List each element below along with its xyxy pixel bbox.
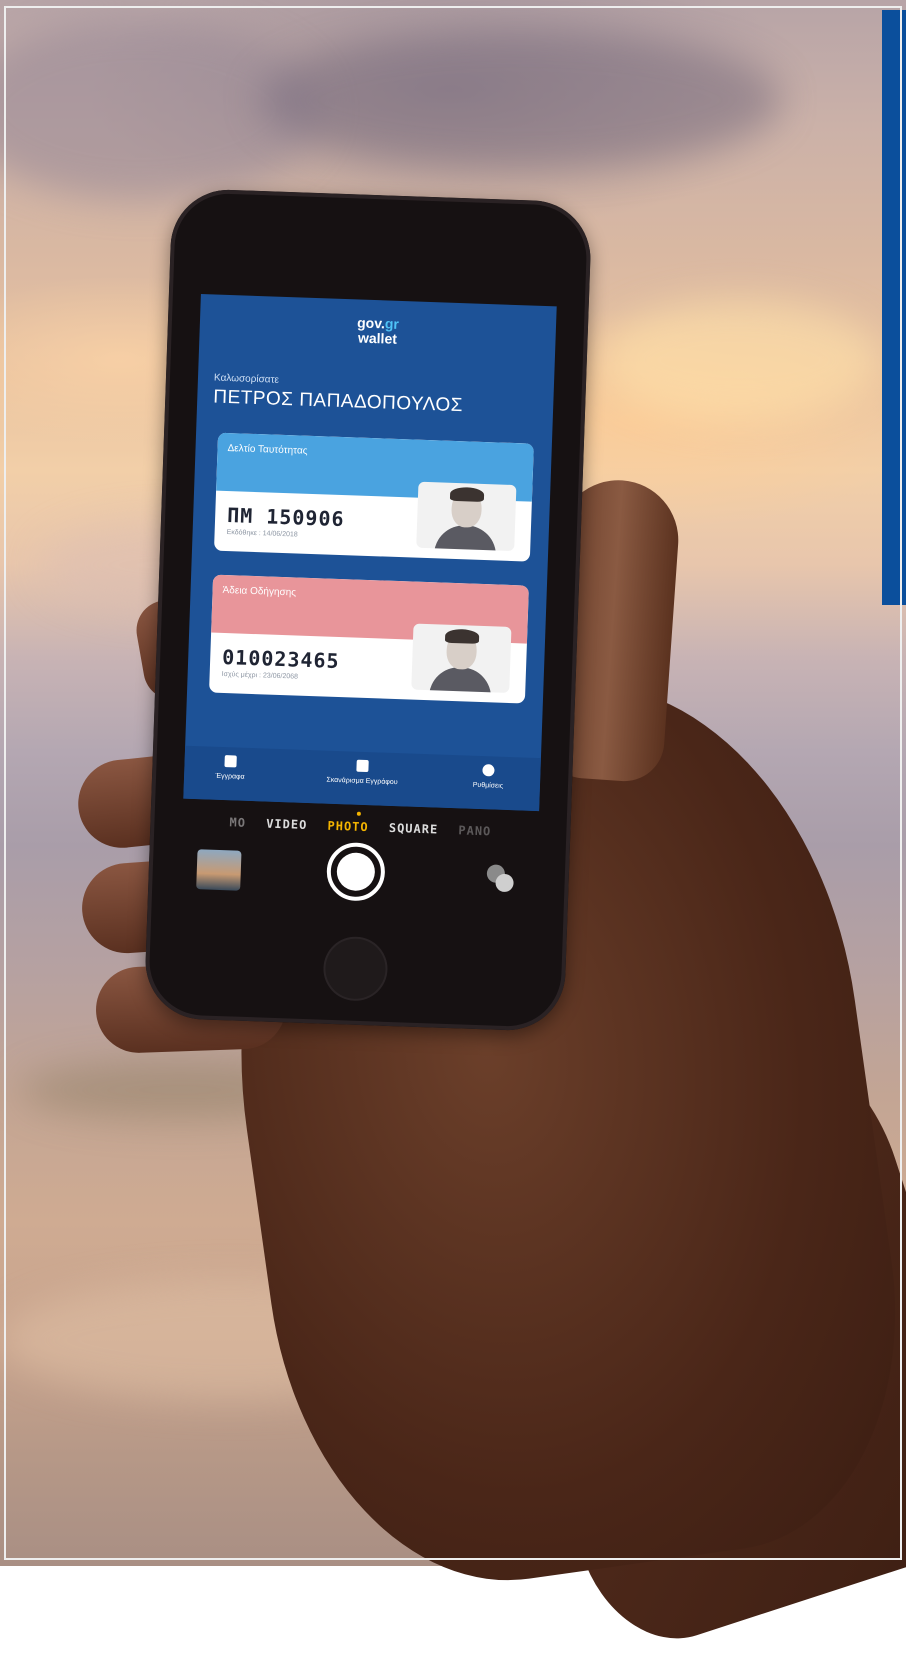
gov-wallet-screen: gov.gr wallet Καλωσορίσατε ΠΕΤΡΟΣ ΠΑΠΑΔΟ… bbox=[183, 293, 557, 812]
shutter-button[interactable] bbox=[325, 841, 386, 902]
card-number: ΠΜ 150906 bbox=[226, 503, 345, 532]
gear-icon bbox=[482, 764, 495, 777]
portrait-photo bbox=[416, 481, 517, 552]
camera-mode-selector: MO VIDEO PHOTO SQUARE PANO bbox=[190, 814, 530, 840]
gov-wallet-logo: gov.gr wallet bbox=[356, 314, 400, 347]
last-photo-thumbnail[interactable] bbox=[196, 849, 242, 891]
tab-scan-document[interactable]: Σκανάρισμα Εγγράφου bbox=[312, 758, 413, 786]
camera-mode[interactable]: PANO bbox=[458, 823, 491, 838]
id-card[interactable]: Δελτίο Ταυτότητας ΠΜ 150906 Εκδόθηκε : 1… bbox=[213, 432, 534, 562]
side-accent-bar bbox=[882, 10, 906, 605]
bottom-tab-bar: Έγγραφα Σκανάρισμα Εγγράφου Ρυθμίσεις bbox=[183, 745, 541, 812]
active-mode-indicator bbox=[356, 811, 361, 816]
camera-mode[interactable]: VIDEO bbox=[266, 817, 308, 832]
card-issue-date: Εκδόθηκε : 14/06/2018 bbox=[226, 529, 298, 539]
camera-mode[interactable]: SQUARE bbox=[389, 821, 439, 837]
camera-mode[interactable]: MO bbox=[229, 815, 246, 830]
document-icon bbox=[224, 755, 237, 768]
camera-mode-active[interactable]: PHOTO bbox=[327, 819, 369, 834]
tab-settings[interactable]: Ρυθμίσεις bbox=[438, 763, 539, 791]
greeting-label: Καλωσορίσατε bbox=[213, 372, 280, 386]
grid-icon bbox=[356, 759, 369, 773]
driving-license-card[interactable]: Άδεια Οδήγησης 010023465 Ισχύς μέχρι : 2… bbox=[209, 574, 529, 704]
home-button[interactable] bbox=[322, 935, 389, 1002]
flip-camera-icon[interactable] bbox=[486, 864, 515, 893]
cloud bbox=[600, 300, 880, 420]
card-number: 010023465 bbox=[221, 644, 340, 674]
card-valid-until: Ισχύς μέχρι : 23/06/2068 bbox=[221, 670, 299, 681]
cloud bbox=[260, 30, 780, 170]
tab-documents[interactable]: Έγγραφα bbox=[183, 754, 281, 782]
portrait-photo bbox=[411, 623, 512, 693]
shutter-button-inner bbox=[336, 852, 376, 892]
smartphone: gov.gr wallet Καλωσορίσατε ΠΕΤΡΟΣ ΠΑΠΑΔΟ… bbox=[143, 187, 593, 1033]
user-name: ΠΕΤΡΟΣ ΠΑΠΑΔΟΠΟΥΛΟΣ bbox=[212, 386, 464, 417]
